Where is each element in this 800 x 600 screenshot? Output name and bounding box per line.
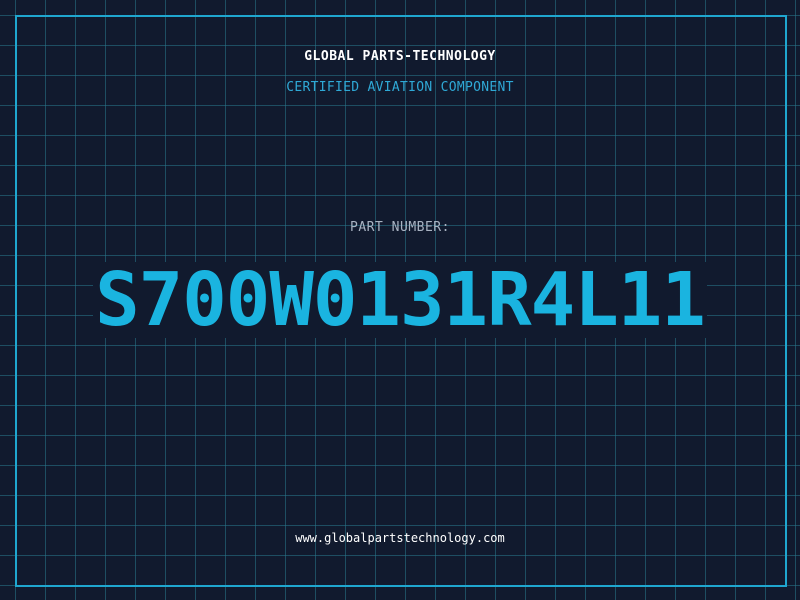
website-url: www.globalpartstechnology.com: [295, 531, 505, 545]
part-number-label: PART NUMBER:: [350, 220, 450, 235]
part-number-container: S700W0131R4L11: [0, 262, 800, 338]
part-number-value: S700W0131R4L11: [93, 257, 707, 343]
company-name: GLOBAL PARTS-TECHNOLOGY: [304, 49, 496, 64]
certification-subtitle: CERTIFIED AVIATION COMPONENT: [286, 80, 514, 95]
part-label-card: GLOBAL PARTS-TECHNOLOGY CERTIFIED AVIATI…: [0, 0, 800, 600]
